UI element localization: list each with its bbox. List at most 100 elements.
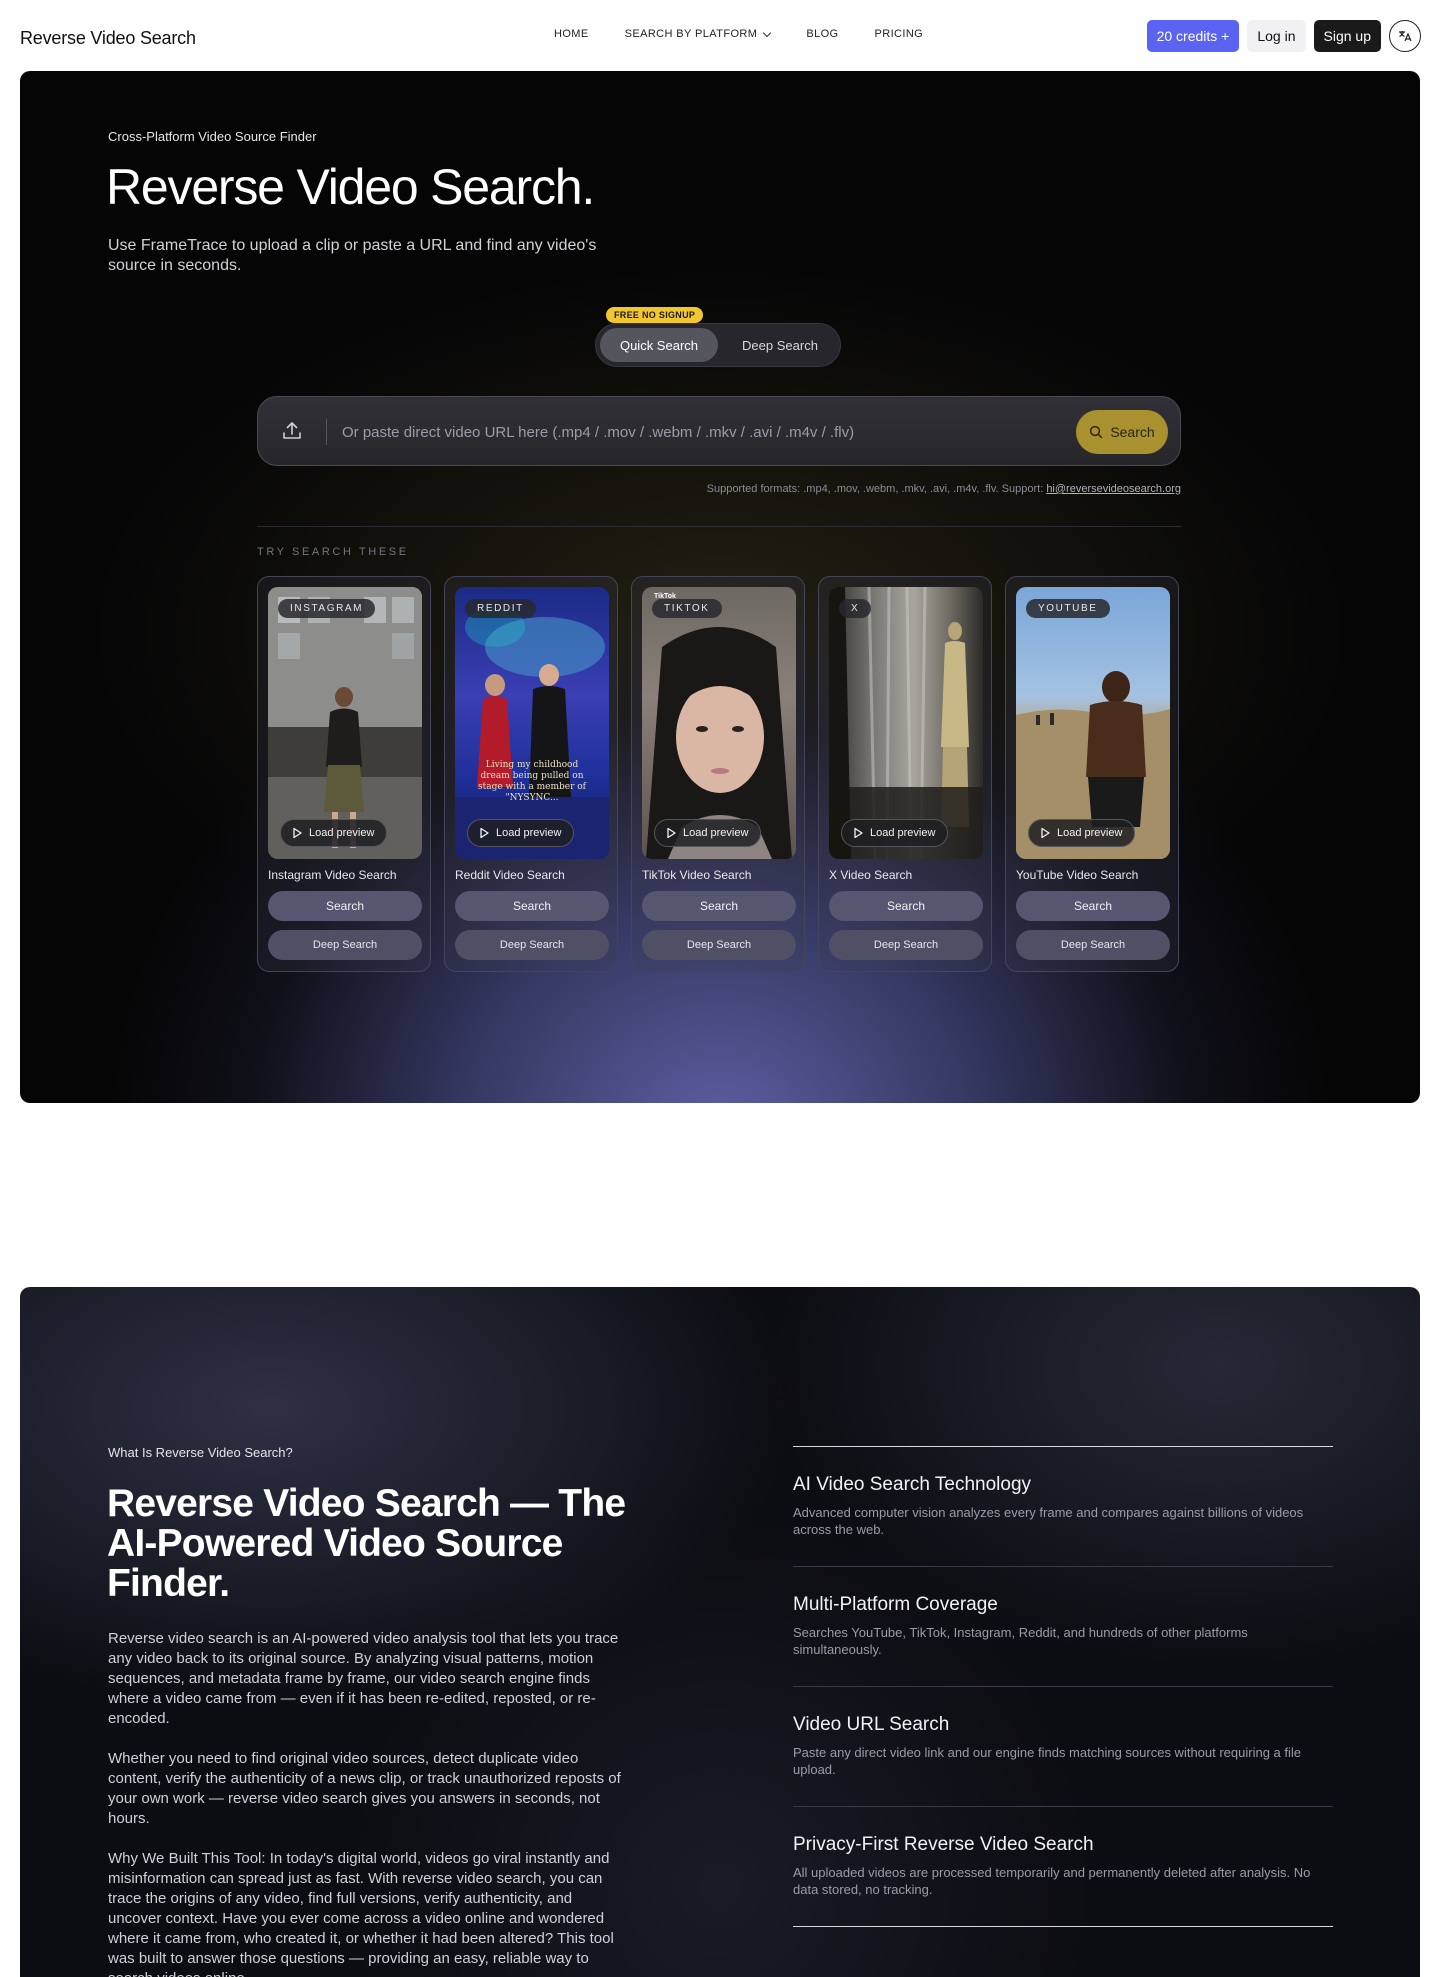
video-thumbnail[interactable]: YOUTUBE Load preview [1016, 587, 1170, 859]
supported-formats-text: Supported formats: .mp4, .mov, .webm, .m… [706, 483, 1047, 495]
video-thumbnail[interactable]: REDDIT Living my childhood dream being p… [455, 587, 609, 859]
credits-button[interactable]: 20 credits + [1146, 20, 1240, 52]
load-preview-button[interactable]: Load preview [280, 819, 388, 847]
support-email-link[interactable]: hi@reversevideosearch.org [1046, 483, 1181, 495]
platform-pill: INSTAGRAM [278, 599, 376, 618]
search-button-label: Search [1110, 424, 1155, 440]
video-url-input[interactable] [342, 417, 1062, 447]
search-bar: Search [257, 396, 1181, 466]
video-thumbnail[interactable]: X Load preview [829, 587, 983, 859]
load-preview-button[interactable]: Load preview [841, 819, 949, 847]
card-search-button[interactable]: Search [455, 891, 609, 921]
search-divider [326, 419, 327, 445]
example-card-youtube: YOUTUBE Load preview YouTube Video Searc… [1005, 576, 1179, 972]
feature-description: All uploaded videos are processed tempor… [793, 1865, 1311, 1897]
nav-actions: 20 credits + Log in Sign up [1146, 20, 1421, 52]
platform-pill: X [839, 599, 872, 618]
example-cards: INSTAGRAM Load preview Instagram Video S… [257, 576, 1179, 972]
load-preview-label: Load preview [1057, 827, 1123, 839]
platform-pill: YOUTUBE [1026, 599, 1110, 618]
signup-button[interactable]: Sign up [1313, 20, 1381, 52]
upload-button[interactable] [280, 419, 304, 443]
card-deep-search-button[interactable]: Deep Search [1016, 930, 1170, 960]
about-eyebrow: What Is Reverse Video Search? [108, 1445, 293, 1460]
load-preview-label: Load preview [309, 827, 375, 839]
card-title: Reddit Video Search [455, 868, 565, 882]
nav-pricing-link[interactable]: PRICING [875, 28, 924, 40]
example-card-tiktok: TikTok TIKTOK Load preview TikTok Video … [631, 576, 805, 972]
feature-title: Privacy-First Reverse Video Search [793, 1834, 1094, 1855]
deep-search-tab[interactable]: Deep Search [722, 328, 838, 362]
login-button[interactable]: Log in [1247, 20, 1306, 52]
card-title: TikTok Video Search [642, 868, 752, 882]
card-search-button[interactable]: Search [642, 891, 796, 921]
feature-description: Searches YouTube, TikTok, Instagram, Red… [793, 1625, 1248, 1657]
search-icon [1090, 425, 1103, 439]
play-icon [667, 827, 676, 839]
hero-divider [257, 526, 1181, 527]
brand-logo[interactable]: Reverse Video Search [20, 28, 196, 49]
video-thumbnail[interactable]: TikTok TIKTOK Load preview [642, 587, 796, 859]
card-search-button[interactable]: Search [829, 891, 983, 921]
card-search-button[interactable]: Search [1016, 891, 1170, 921]
play-icon [1041, 827, 1050, 839]
nav-platform-label: SEARCH BY PLATFORM [624, 28, 758, 40]
nav-platform-dropdown[interactable]: SEARCH BY PLATFORM [624, 28, 772, 40]
feature-title: Video URL Search [793, 1714, 950, 1735]
upload-icon [283, 422, 301, 439]
card-deep-search-button[interactable]: Deep Search [642, 930, 796, 960]
card-title: X Video Search [829, 868, 913, 882]
about-paragraph-3: Why We Built This Tool: In today's digit… [108, 1850, 614, 1977]
load-preview-button[interactable]: Load preview [467, 819, 575, 847]
play-icon [854, 827, 863, 839]
card-title: Instagram Video Search [268, 868, 397, 882]
card-deep-search-button[interactable]: Deep Search [829, 930, 983, 960]
hero-eyebrow: Cross-Platform Video Source Finder [108, 129, 317, 144]
load-preview-label: Load preview [683, 827, 749, 839]
nav-blog-link[interactable]: BLOG [806, 28, 838, 40]
feature-item: AI Video Search Technology Advanced comp… [793, 1446, 1333, 1566]
try-search-label: TRY SEARCH THESE [257, 546, 409, 558]
feature-item: Multi-Platform Coverage Searches YouTube… [793, 1566, 1333, 1686]
nav-home-link[interactable]: HOME [554, 28, 589, 40]
play-icon [480, 827, 489, 839]
card-search-button[interactable]: Search [268, 891, 422, 921]
search-mode-toggle: Quick Search Deep Search [595, 323, 841, 367]
example-card-reddit: REDDIT Living my childhood dream being p… [444, 576, 618, 972]
translate-icon [1399, 31, 1412, 42]
language-button[interactable] [1389, 20, 1421, 52]
chevron-down-icon [763, 28, 772, 37]
play-icon [293, 827, 302, 839]
feature-title: Multi-Platform Coverage [793, 1594, 998, 1615]
load-preview-label: Load preview [870, 827, 936, 839]
feature-description: Advanced computer vision analyzes every … [793, 1505, 1304, 1537]
platform-pill: TIKTOK [652, 599, 722, 618]
card-deep-search-button[interactable]: Deep Search [268, 930, 422, 960]
card-title: YouTube Video Search [1016, 868, 1139, 882]
nav-links: HOME SEARCH BY PLATFORM BLOG PRICING [554, 28, 923, 40]
hero-section: Cross-Platform Video Source Finder Rever… [20, 71, 1420, 1103]
feature-item: Video URL Search Paste any direct video … [793, 1686, 1333, 1806]
about-paragraph-1: Reverse video search is an AI-powered vi… [108, 1630, 619, 1727]
feature-item: Privacy-First Reverse Video Search All u… [793, 1806, 1333, 1926]
video-thumbnail[interactable]: INSTAGRAM Load preview [268, 587, 422, 859]
hero-title: Reverse Video Search. [106, 159, 595, 215]
reddit-caption: Living my childhood dream being pulled o… [477, 760, 587, 803]
feature-title: AI Video Search Technology [793, 1474, 1032, 1495]
example-card-x: X Load preview X Video Search Search Dee… [818, 576, 992, 972]
about-paragraph-2: Whether you need to find original video … [108, 1750, 621, 1827]
about-title: Reverse Video Search — The AI-Powered Vi… [107, 1482, 626, 1605]
load-preview-button[interactable]: Load preview [1028, 819, 1136, 847]
hero-subtitle: Use FrameTrace to upload a clip or paste… [108, 237, 597, 274]
about-section: What Is Reverse Video Search? Reverse Vi… [20, 1287, 1420, 1977]
search-button[interactable]: Search [1076, 410, 1168, 454]
feature-list-end-rule [793, 1926, 1333, 1927]
feature-list: AI Video Search Technology Advanced comp… [793, 1446, 1333, 1927]
quick-search-tab[interactable]: Quick Search [600, 328, 718, 362]
platform-pill: REDDIT [465, 599, 536, 618]
top-nav: Reverse Video Search HOME SEARCH BY PLAT… [0, 0, 1440, 72]
card-deep-search-button[interactable]: Deep Search [455, 930, 609, 960]
load-preview-label: Load preview [496, 827, 562, 839]
example-card-instagram: INSTAGRAM Load preview Instagram Video S… [257, 576, 431, 972]
load-preview-button[interactable]: Load preview [654, 819, 762, 847]
